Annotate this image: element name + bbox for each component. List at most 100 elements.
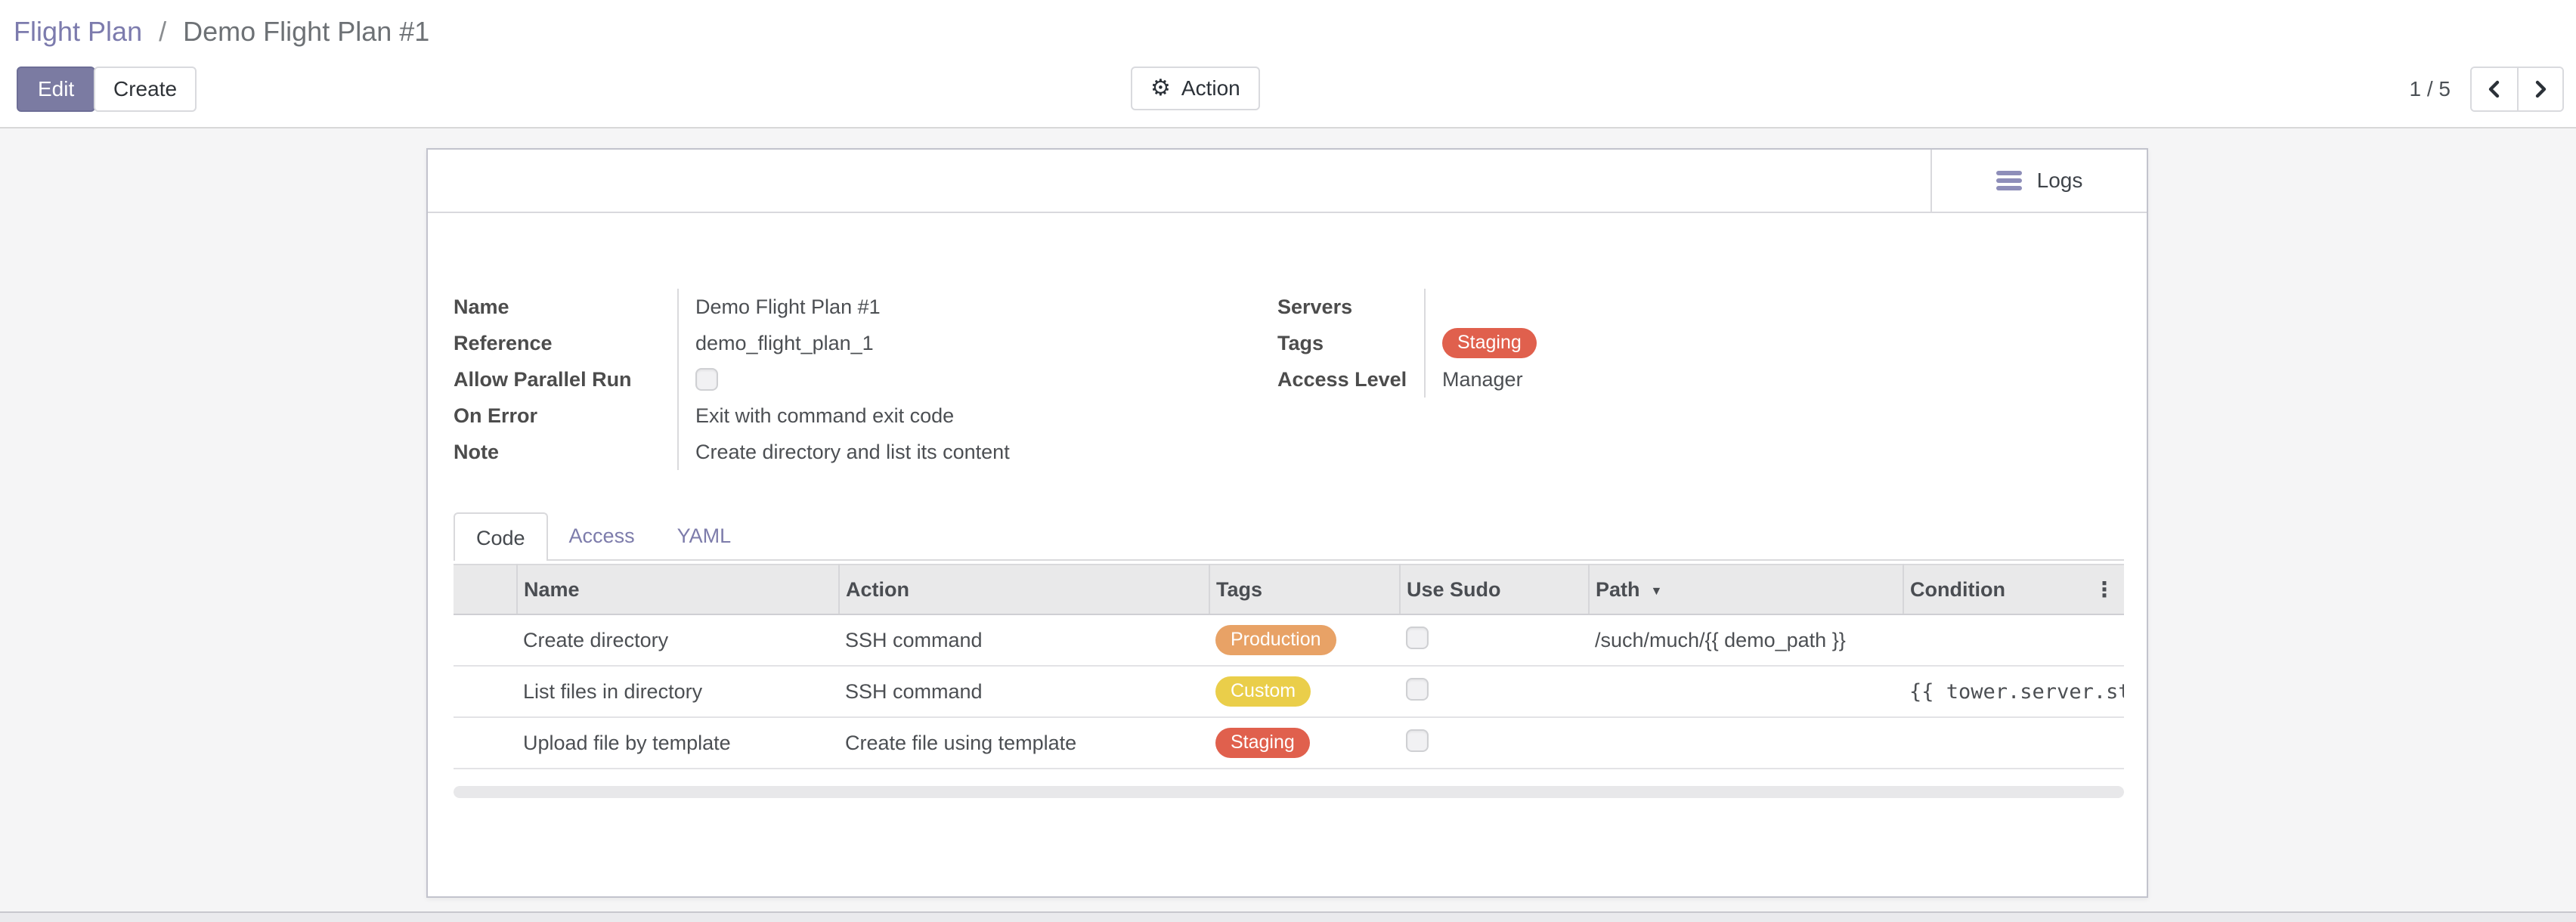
form-row-name: NameDemo Flight Plan #1 bbox=[454, 289, 1277, 325]
edit-button[interactable]: Edit bbox=[17, 67, 95, 112]
field-label-reference: Reference bbox=[454, 332, 677, 355]
pager-previous-button[interactable] bbox=[2472, 68, 2517, 110]
cell-condition bbox=[1903, 614, 2124, 666]
field-value-servers bbox=[1424, 289, 2147, 325]
column-label: Tags bbox=[1216, 578, 1262, 601]
field-label-allow-parallel-run: Allow Parallel Run bbox=[454, 368, 677, 391]
pager: 1 / 5 bbox=[2410, 67, 2564, 112]
field-value-allow-parallel-run bbox=[677, 361, 1277, 398]
table-row[interactable]: Create directorySSH commandProduction/su… bbox=[454, 614, 2124, 666]
create-button[interactable]: Create bbox=[94, 67, 197, 112]
logs-button-label: Logs bbox=[2037, 169, 2083, 193]
sort-desc-icon: ▼ bbox=[1651, 585, 1663, 598]
form-group-right: ServersTagsStagingAccess LevelManager bbox=[1277, 289, 2147, 470]
tag-badge: Staging bbox=[1215, 728, 1310, 758]
field-value-note: Create directory and list its content bbox=[677, 434, 1277, 470]
field-value-reference: demo_flight_plan_1 bbox=[677, 325, 1277, 361]
table-row[interactable]: List files in directorySSH commandCustom… bbox=[454, 666, 2124, 717]
field-label-access-level: Access Level bbox=[1277, 368, 1424, 391]
column-header-use-sudo[interactable]: Use Sudo bbox=[1400, 565, 1589, 614]
column-label: Condition bbox=[1910, 578, 2005, 601]
field-value-access-level: Manager bbox=[1424, 361, 2147, 398]
cell-name: Upload file by template bbox=[517, 717, 839, 769]
action-button-label: Action bbox=[1181, 76, 1240, 101]
cell-path bbox=[1589, 717, 1903, 769]
column-header-name[interactable]: Name bbox=[517, 565, 839, 614]
table-header-row: Name Action Tags Use Sudo Path ▼ Condition ⋮ bbox=[454, 565, 2124, 614]
record-card: Logs NameDemo Flight Plan #1Referencedem… bbox=[426, 148, 2148, 898]
chevron-left-icon bbox=[2487, 80, 2502, 98]
field-label-on-error: On Error bbox=[454, 404, 677, 428]
cell-tags: Production bbox=[1209, 614, 1400, 666]
pager-buttons bbox=[2470, 67, 2564, 112]
cell-action: Create file using template bbox=[839, 717, 1209, 769]
cell-name: List files in directory bbox=[517, 666, 839, 717]
tab-yaml[interactable]: YAML bbox=[656, 512, 753, 559]
cell-action: SSH command bbox=[839, 614, 1209, 666]
form-row-on-error: On ErrorExit with command exit code bbox=[454, 398, 1277, 434]
cell-condition: {{ tower.server.sta bbox=[1903, 666, 2124, 717]
tab-access[interactable]: Access bbox=[548, 512, 656, 559]
cell-handle bbox=[454, 666, 517, 717]
chevron-right-icon bbox=[2533, 80, 2548, 98]
notebook-tabs: CodeAccessYAML bbox=[454, 512, 2124, 561]
form-row-access-level: Access LevelManager bbox=[1277, 361, 2147, 398]
breadcrumb-link[interactable]: Flight Plan bbox=[14, 16, 142, 47]
hamburger-icon bbox=[1996, 171, 2022, 190]
field-label-name: Name bbox=[454, 295, 677, 319]
breadcrumb-separator: / bbox=[159, 16, 166, 47]
logs-button[interactable]: Logs bbox=[1930, 150, 2147, 212]
cell-condition bbox=[1903, 717, 2124, 769]
column-label: Name bbox=[524, 578, 580, 601]
column-label: Use Sudo bbox=[1407, 578, 1501, 601]
optional-columns-icon[interactable]: ⋮ bbox=[2094, 577, 2115, 602]
horizontal-scrollbar[interactable] bbox=[454, 786, 2124, 798]
pager-next-button[interactable] bbox=[2517, 68, 2562, 110]
form-group-left: NameDemo Flight Plan #1Referencedemo_fli… bbox=[454, 289, 1277, 470]
breadcrumb-current: Demo Flight Plan #1 bbox=[183, 16, 429, 47]
cell-tags: Custom bbox=[1209, 666, 1400, 717]
record-form: NameDemo Flight Plan #1Referencedemo_fli… bbox=[428, 213, 2147, 470]
column-header-blank bbox=[454, 565, 517, 614]
form-row-servers: Servers bbox=[1277, 289, 2147, 325]
card-header: Logs bbox=[428, 150, 2147, 213]
action-button[interactable]: ⚙ Action bbox=[1131, 67, 1260, 110]
use-sudo-checkbox bbox=[1406, 627, 1429, 649]
cell-name: Create directory bbox=[517, 614, 839, 666]
form-row-tags: TagsStaging bbox=[1277, 325, 2147, 361]
column-header-tags[interactable]: Tags bbox=[1209, 565, 1400, 614]
column-header-path[interactable]: Path ▼ bbox=[1589, 565, 1903, 614]
form-row-reference: Referencedemo_flight_plan_1 bbox=[454, 325, 1277, 361]
field-label-servers: Servers bbox=[1277, 295, 1424, 319]
cell-action: SSH command bbox=[839, 666, 1209, 717]
allow-parallel-run-checkbox bbox=[695, 368, 718, 391]
table-row[interactable]: Upload file by templateCreate file using… bbox=[454, 717, 2124, 769]
cell-handle bbox=[454, 717, 517, 769]
cell-path: /such/much/{{ demo_path }} bbox=[1589, 614, 1903, 666]
field-value-on-error: Exit with command exit code bbox=[677, 398, 1277, 434]
breadcrumb: Flight Plan / Demo Flight Plan #1 bbox=[14, 14, 429, 50]
cell-use-sudo bbox=[1400, 666, 1589, 717]
cell-use-sudo bbox=[1400, 614, 1589, 666]
column-label: Action bbox=[846, 578, 909, 601]
cell-handle bbox=[454, 614, 517, 666]
pager-count: 1 / 5 bbox=[2410, 77, 2451, 101]
field-value-tags: Staging bbox=[1424, 325, 2147, 361]
page: Flight Plan / Demo Flight Plan #1 Edit C… bbox=[0, 0, 2576, 922]
tag-badge: Custom bbox=[1215, 676, 1311, 707]
cell-use-sudo bbox=[1400, 717, 1589, 769]
steps-table: Name Action Tags Use Sudo Path ▼ Condition ⋮ Cr… bbox=[454, 564, 2124, 769]
column-header-action[interactable]: Action bbox=[839, 565, 1209, 614]
gear-icon: ⚙ bbox=[1150, 77, 1171, 100]
footer-strip bbox=[0, 911, 2576, 922]
tab-code[interactable]: Code bbox=[454, 512, 548, 561]
control-panel: Flight Plan / Demo Flight Plan #1 Edit C… bbox=[0, 0, 2576, 128]
field-label-tags: Tags bbox=[1277, 332, 1424, 355]
cell-path bbox=[1589, 666, 1903, 717]
use-sudo-checkbox bbox=[1406, 678, 1429, 701]
column-header-condition[interactable]: Condition ⋮ bbox=[1903, 565, 2124, 614]
form-row-allow-parallel-run: Allow Parallel Run bbox=[454, 361, 1277, 398]
tag-badge: Production bbox=[1215, 625, 1336, 655]
column-label: Path bbox=[1596, 578, 1640, 601]
field-label-note: Note bbox=[454, 441, 677, 464]
